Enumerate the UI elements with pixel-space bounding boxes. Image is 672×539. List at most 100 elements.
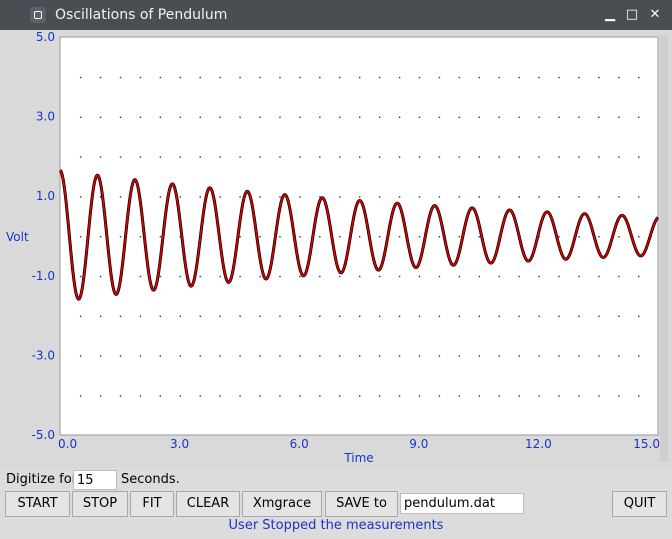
grid-dot <box>299 355 301 357</box>
grid-dot <box>398 315 401 317</box>
maximize-icon[interactable]: □ <box>622 5 642 25</box>
save-to-button[interactable]: SAVE to <box>325 491 398 517</box>
grid-dot <box>79 355 82 357</box>
grid-dot <box>239 76 241 79</box>
oscillation-chart: 5.0 3.0 1.0 -1.0 -3.0 -5.0 0.0 3.0 6.0 9.0 12.0 15… <box>6 30 668 465</box>
grid-dot <box>319 156 321 158</box>
grid-dot <box>638 156 640 158</box>
digitize-seconds-input[interactable]: 15 <box>73 470 117 490</box>
grid-dot <box>578 275 580 278</box>
grid-dot <box>378 315 381 317</box>
grid-dot <box>339 116 341 118</box>
grid-dot <box>618 116 620 118</box>
grid-dot <box>259 315 261 317</box>
grid-dot <box>79 395 82 397</box>
grid-dot <box>378 76 381 79</box>
grid-dot <box>119 236 122 238</box>
grid-dot <box>578 156 580 158</box>
grid-dot <box>398 116 401 118</box>
grid-dot <box>478 76 480 79</box>
start-button[interactable]: START <box>5 491 70 517</box>
grid-dot <box>139 395 142 397</box>
grid-dot <box>339 156 341 158</box>
grid-dot <box>219 275 221 278</box>
grid-dot <box>119 395 122 397</box>
grid-dot <box>99 116 102 118</box>
grid-dot <box>139 76 142 79</box>
grid-dot <box>319 395 321 397</box>
grid-dot <box>578 315 580 317</box>
grid-dot <box>299 275 301 278</box>
grid-dot <box>518 275 520 278</box>
grid-dot <box>219 116 221 118</box>
grid-dot <box>179 196 181 198</box>
grid-dot <box>558 395 560 397</box>
grid-dot <box>418 275 421 278</box>
grid-dot <box>498 355 500 357</box>
grid-dot <box>458 196 461 198</box>
grid-dot <box>299 395 301 397</box>
grid-dot <box>119 355 122 357</box>
grid-dot <box>179 355 181 357</box>
quit-button[interactable]: QUIT <box>612 491 667 517</box>
grid-dot <box>319 76 321 79</box>
grid-dot <box>478 275 480 278</box>
grid-dot <box>538 116 540 118</box>
scrollbar[interactable] <box>660 35 668 462</box>
grid-dot <box>578 395 580 397</box>
grid-dot <box>319 236 321 238</box>
grid-dot <box>398 76 401 79</box>
grid-dot <box>299 116 301 118</box>
grid-dot <box>239 395 241 397</box>
grid-dot <box>498 196 500 198</box>
grid-dot <box>618 76 620 79</box>
close-icon[interactable]: ✕ <box>645 5 665 25</box>
grid-dot <box>139 275 142 278</box>
grid-dot <box>339 275 341 278</box>
grid-dot <box>279 156 281 158</box>
grid-dot <box>418 236 421 238</box>
grid-dot <box>199 116 201 118</box>
grid-dot <box>598 395 600 397</box>
grid-dot <box>159 116 162 118</box>
grid-dot <box>299 236 301 238</box>
digitize-label: Digitize for <box>6 472 78 487</box>
grid-dot <box>478 116 480 118</box>
grid-dot <box>498 156 500 158</box>
grid-dot <box>398 236 401 238</box>
grid-dot <box>438 236 441 238</box>
grid-dot <box>518 196 520 198</box>
grid-dot <box>359 395 361 397</box>
grid-dot <box>299 76 301 79</box>
grid-dot <box>239 196 241 198</box>
grid-dot <box>478 355 480 357</box>
grid-dot <box>398 156 401 158</box>
grid-dot <box>638 116 640 118</box>
grid-dot <box>199 196 201 198</box>
grid-dot <box>478 156 480 158</box>
y-tick-label: -1.0 <box>32 269 55 283</box>
grid-dot <box>538 355 540 357</box>
x-tick-label: 15.0 <box>633 437 660 451</box>
grid-dot <box>478 196 480 198</box>
filename-input[interactable]: pendulum.dat <box>400 493 524 514</box>
status-text: User Stopped the measurements <box>228 518 444 533</box>
grid-dot <box>558 236 560 238</box>
clear-button[interactable]: CLEAR <box>176 491 240 517</box>
minimize-icon[interactable]: ▁ <box>600 5 620 25</box>
fit-button[interactable]: FIT <box>130 491 174 517</box>
app-icon[interactable] <box>30 7 46 23</box>
grid-dot <box>219 395 221 397</box>
grid-dot <box>618 315 620 317</box>
grid-dot <box>359 275 361 278</box>
grid-dot <box>79 315 82 317</box>
grid-dot <box>339 236 341 238</box>
grid-dot <box>598 116 600 118</box>
xmgrace-button[interactable]: Xmgrace <box>242 491 322 517</box>
grid-dot <box>478 395 480 397</box>
grid-dot <box>538 156 540 158</box>
grid-dot <box>179 315 181 317</box>
grid-dot <box>99 355 102 357</box>
stop-button[interactable]: STOP <box>72 491 128 517</box>
grid-dot <box>638 236 640 238</box>
